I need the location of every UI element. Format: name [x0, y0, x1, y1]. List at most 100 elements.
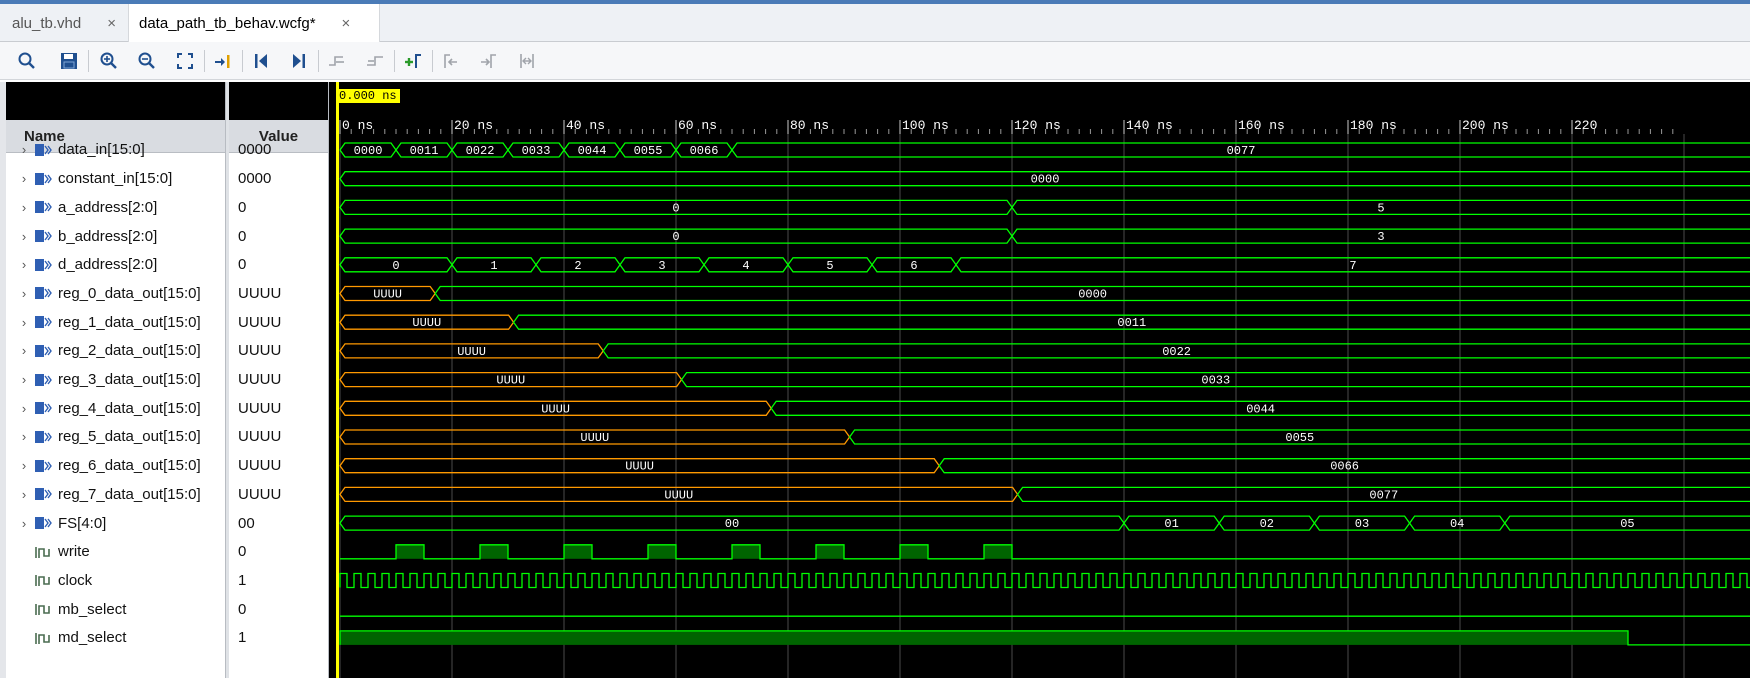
bus-signal-icon	[34, 142, 54, 158]
bus-value-label: 0011	[410, 144, 439, 158]
bus-value-label: 0033	[522, 144, 551, 158]
bus-value-label: 7	[1349, 259, 1356, 273]
signal-row[interactable]: md_select	[6, 624, 225, 653]
ruler-tick-label: 200 ns	[1462, 118, 1509, 133]
signal-name: reg_6_data_out[15:0]	[58, 457, 201, 475]
signal-row[interactable]: › reg_6_data_out[15:0]	[6, 451, 225, 480]
bus-value-label: UUUU	[580, 431, 609, 445]
signal-row[interactable]: › data_in[15:0]	[6, 136, 225, 165]
signal-row[interactable]: clock	[6, 566, 225, 595]
signal-value: 0	[238, 198, 247, 216]
bus-value-label: 0055	[634, 144, 663, 158]
signal-value: UUUU	[238, 485, 282, 503]
go-to-last-time-icon[interactable]	[288, 50, 310, 72]
signal-row[interactable]: › reg_5_data_out[15:0]	[6, 423, 225, 452]
save-icon[interactable]	[58, 50, 80, 72]
expand-chevron-icon[interactable]: ›	[14, 458, 34, 473]
bus-value-label: 0000	[354, 144, 383, 158]
signal-value: UUUU	[238, 371, 282, 389]
ruler-tick-label: 220	[1574, 118, 1597, 133]
ruler-tick-label: 100 ns	[902, 118, 949, 133]
bus-signal-icon	[34, 257, 54, 273]
bit-high-fill	[396, 544, 424, 559]
signal-row[interactable]: › reg_3_data_out[15:0]	[6, 365, 225, 394]
tab-label: data_path_tb_behav.wcfg*	[139, 14, 316, 32]
next-marker-icon[interactable]	[478, 50, 500, 72]
expand-chevron-icon[interactable]: ›	[14, 372, 34, 387]
waveform-toolbar	[0, 42, 1750, 80]
expand-chevron-icon[interactable]: ›	[14, 429, 34, 444]
signal-value: 00	[238, 514, 255, 532]
zoom-in-icon[interactable]	[98, 50, 120, 72]
bus-value-label: 5	[1377, 201, 1384, 215]
signal-row[interactable]: › reg_7_data_out[15:0]	[6, 480, 225, 509]
next-transition-icon[interactable]	[364, 50, 386, 72]
signal-value: UUUU	[238, 399, 282, 417]
bus-value-label: 04	[1450, 517, 1464, 531]
signal-name: mb_select	[58, 600, 127, 618]
bus-signal-icon	[34, 372, 54, 388]
expand-chevron-icon[interactable]: ›	[14, 142, 34, 157]
previous-marker-icon[interactable]	[440, 50, 462, 72]
expand-chevron-icon[interactable]: ›	[14, 229, 34, 244]
close-icon[interactable]: ×	[342, 15, 351, 32]
signal-row[interactable]: › reg_0_data_out[15:0]	[6, 279, 225, 308]
signal-value: UUUU	[238, 457, 282, 475]
signal-value: UUUU	[238, 313, 282, 331]
go-to-time-zero-icon[interactable]	[250, 50, 272, 72]
signal-row[interactable]: write	[6, 537, 225, 566]
bus-value-label: 5	[826, 259, 833, 273]
expand-chevron-icon[interactable]: ›	[14, 257, 34, 272]
signal-name: data_in[15:0]	[58, 141, 145, 159]
expand-chevron-icon[interactable]: ›	[14, 200, 34, 215]
bus-signal-icon	[34, 400, 54, 416]
bit-signal-icon	[34, 630, 54, 646]
expand-chevron-icon[interactable]: ›	[14, 516, 34, 531]
zoom-fit-icon[interactable]	[174, 50, 196, 72]
bus-value-label: 1	[490, 259, 497, 273]
bus-signal-icon	[34, 171, 54, 187]
signal-row[interactable]: › b_address[2:0]	[6, 222, 225, 251]
expand-chevron-icon[interactable]: ›	[14, 401, 34, 416]
ruler-tick-label: 120 ns	[1014, 118, 1061, 133]
clock-waveform	[339, 572, 1750, 589]
signal-row[interactable]: › d_address[2:0]	[6, 250, 225, 279]
bit-high-fill	[900, 544, 928, 559]
signal-row[interactable]: › reg_2_data_out[15:0]	[6, 337, 225, 366]
expand-chevron-icon[interactable]: ›	[14, 315, 34, 330]
swap-cursors-icon[interactable]	[516, 50, 538, 72]
expand-chevron-icon[interactable]: ›	[14, 171, 34, 186]
signal-row[interactable]: › a_address[2:0]	[6, 193, 225, 222]
signal-value: 0	[238, 600, 247, 618]
expand-chevron-icon[interactable]: ›	[14, 487, 34, 502]
expand-chevron-icon[interactable]: ›	[14, 286, 34, 301]
signal-row[interactable]: › constant_in[15:0]	[6, 164, 225, 193]
time-cursor[interactable]	[336, 82, 339, 678]
bus-value-label: 3	[1377, 230, 1384, 244]
tab-data-path-wcfg[interactable]: data_path_tb_behav.wcfg* ×	[128, 4, 380, 42]
go-to-cursor-icon[interactable]	[212, 50, 234, 72]
previous-transition-icon[interactable]	[326, 50, 348, 72]
bus-value-label: 0011	[1117, 316, 1146, 330]
search-icon[interactable]	[16, 50, 38, 72]
signal-name: reg_1_data_out[15:0]	[58, 313, 201, 331]
bit-high-fill	[648, 544, 676, 559]
bus-value-label: 0066	[690, 144, 719, 158]
signal-value: 0	[238, 256, 247, 274]
signal-row[interactable]: › reg_1_data_out[15:0]	[6, 308, 225, 337]
bit-signal-icon	[34, 601, 54, 617]
signal-value: 0	[238, 543, 247, 561]
signal-row[interactable]: › reg_4_data_out[15:0]	[6, 394, 225, 423]
signal-row[interactable]: mb_select	[6, 595, 225, 624]
signal-row[interactable]: › FS[4:0]	[6, 509, 225, 538]
editor-tab-bar: alu_tb.vhd × data_path_tb_behav.wcfg* ×	[0, 4, 1750, 42]
close-icon[interactable]: ×	[107, 15, 116, 32]
signal-name: b_address[2:0]	[58, 227, 158, 245]
zoom-out-icon[interactable]	[136, 50, 158, 72]
bus-value-label: UUUU	[457, 345, 486, 359]
bus-value-label: 6	[910, 259, 917, 273]
bus-value-label: 0000	[1078, 288, 1107, 302]
bus-value-label: 0044	[578, 144, 607, 158]
add-marker-icon[interactable]	[402, 50, 424, 72]
expand-chevron-icon[interactable]: ›	[14, 343, 34, 358]
